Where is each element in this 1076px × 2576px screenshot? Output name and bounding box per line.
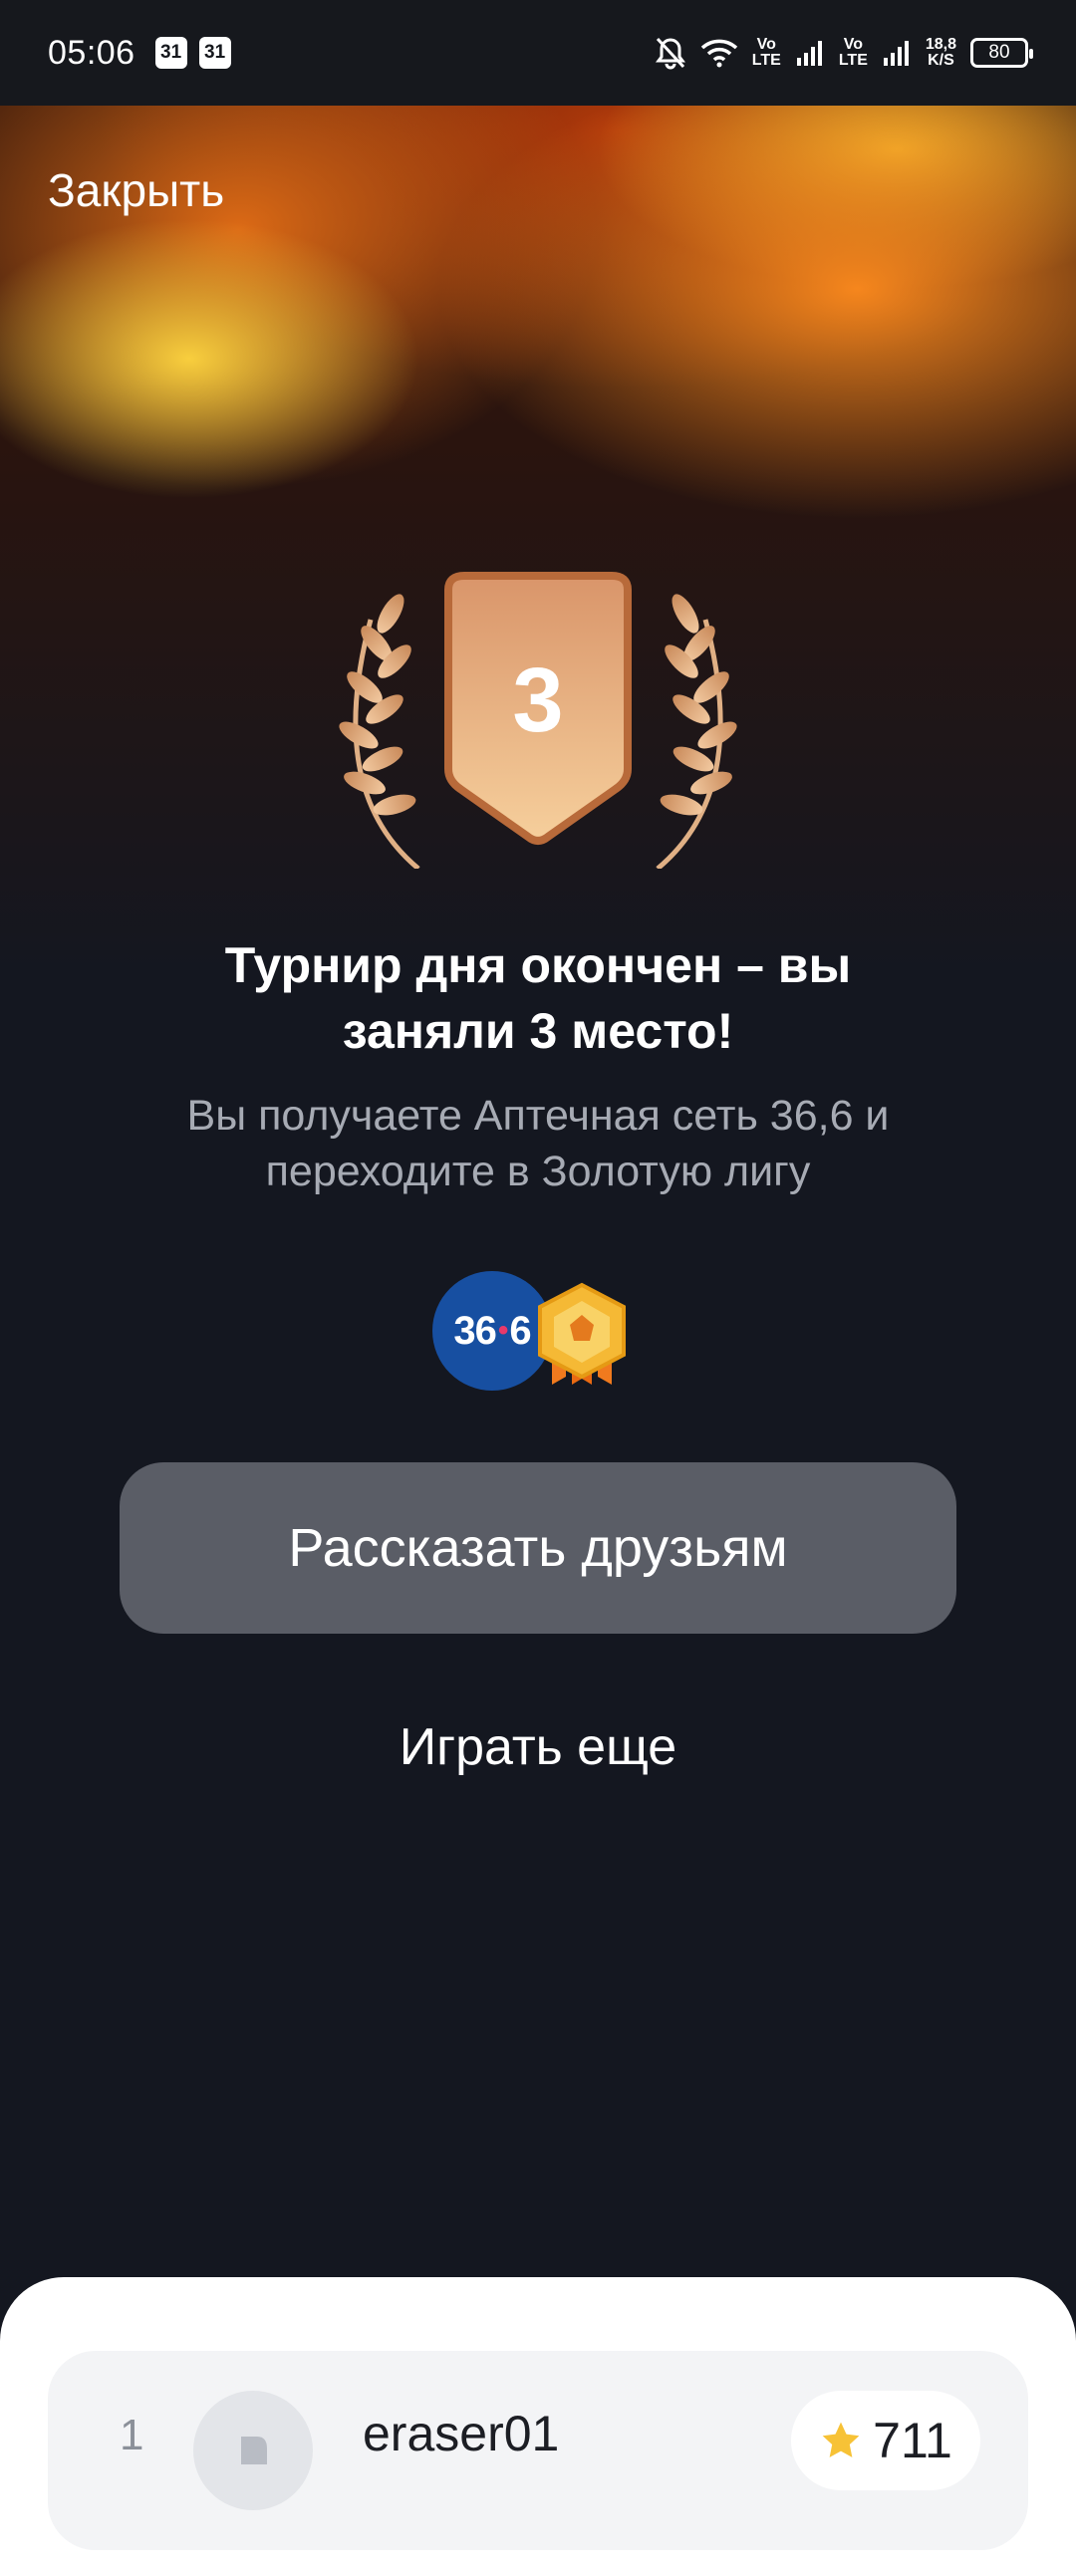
- place-award: 3: [339, 572, 737, 869]
- status-time: 05:06: [48, 33, 135, 72]
- play-again-button[interactable]: Играть еще: [0, 1717, 1076, 1777]
- wifi-icon: [700, 39, 737, 68]
- score-badge: 711: [791, 2391, 980, 2490]
- rewards: 36 • 6: [432, 1271, 632, 1391]
- status-icons: Vo LTE Vo LTE 18,8 K/S 80: [655, 36, 1033, 70]
- signal-icon: [883, 41, 909, 66]
- volte-label: Vo LTE: [751, 36, 781, 69]
- laurel-left-icon: [339, 594, 420, 869]
- place-number: 3: [512, 649, 563, 751]
- battery-icon: 80: [970, 38, 1033, 68]
- leaderboard-row[interactable]: 1 eraser01 711: [48, 2351, 1028, 2550]
- gold-league-badge-icon: [538, 1282, 626, 1385]
- status-bar: 05:06 31 31 Vo LTE Vo LTE 18,8 K/S 80: [0, 0, 1076, 106]
- result-title: Турнир дня окончен – вы заняли 3 место!: [224, 937, 852, 1059]
- laurel-right-icon: [656, 594, 737, 869]
- volte-label: Vo LTE: [838, 36, 868, 69]
- share-with-friends-button[interactable]: Рассказать друзьям: [120, 1462, 956, 1634]
- star-icon: [822, 2422, 860, 2457]
- signal-icon: [796, 41, 822, 66]
- pharmacy-logo-left: 36: [453, 1308, 496, 1353]
- avatar: [193, 2391, 313, 2510]
- leaderboard-sheet[interactable]: 1 eraser01 711: [0, 2277, 1076, 2576]
- calendar-icon: 31: [154, 37, 187, 69]
- leaderboard-score: 711: [873, 2413, 952, 2468]
- leaderboard-rank: 1: [120, 2411, 144, 2459]
- leaderboard-name: eraser01: [363, 2406, 560, 2461]
- close-button[interactable]: Закрыть: [48, 163, 224, 217]
- bell-muted-icon: [655, 37, 685, 70]
- result-subtitle: Вы получаете Аптечная сеть 36,6 и перехо…: [186, 1092, 890, 1195]
- user-placeholder-icon: [241, 2437, 267, 2464]
- calendar-icon: 31: [198, 37, 231, 69]
- pharmacy-logo-right: 6: [509, 1308, 531, 1353]
- network-speed: 18,8 K/S: [925, 36, 956, 69]
